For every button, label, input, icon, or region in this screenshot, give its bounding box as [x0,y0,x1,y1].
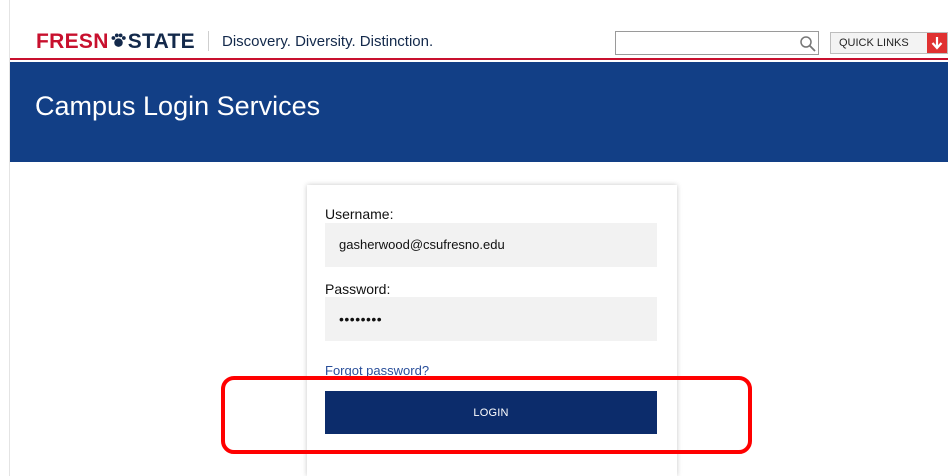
quick-links-button[interactable]: QUICK LINKS [830,32,948,54]
quick-links-label: QUICK LINKS [839,37,909,49]
login-button[interactable]: LOGIN [325,391,657,434]
site-tagline: Discovery. Diversity. Distinction. [222,33,434,50]
site-header: FRESN STATE Discovery. Diversity. Distinc… [10,0,948,60]
logo-text-fresn: FRESN [36,30,109,53]
username-field[interactable]: gasherwood@csufresno.edu [325,223,657,267]
page-banner: Campus Login Services [10,62,948,162]
fresno-state-logo[interactable]: FRESN STATE [36,30,195,54]
site-search-input[interactable] [615,31,819,55]
page-title: Campus Login Services [35,91,321,121]
login-card: Username: gasherwood@csufresno.edu Passw… [307,185,677,476]
search-icon[interactable] [799,35,817,53]
username-label: Username: [325,206,394,222]
bulldog-paw-icon [111,33,126,47]
password-field[interactable]: •••••••• [325,297,657,341]
forgot-password-link[interactable]: Forgot password? [325,363,429,379]
password-label: Password: [325,281,391,297]
page-left-edge [0,0,10,476]
header-divider [208,31,209,51]
logo-text-state: STATE [127,30,195,53]
arrow-down-icon [927,33,947,53]
